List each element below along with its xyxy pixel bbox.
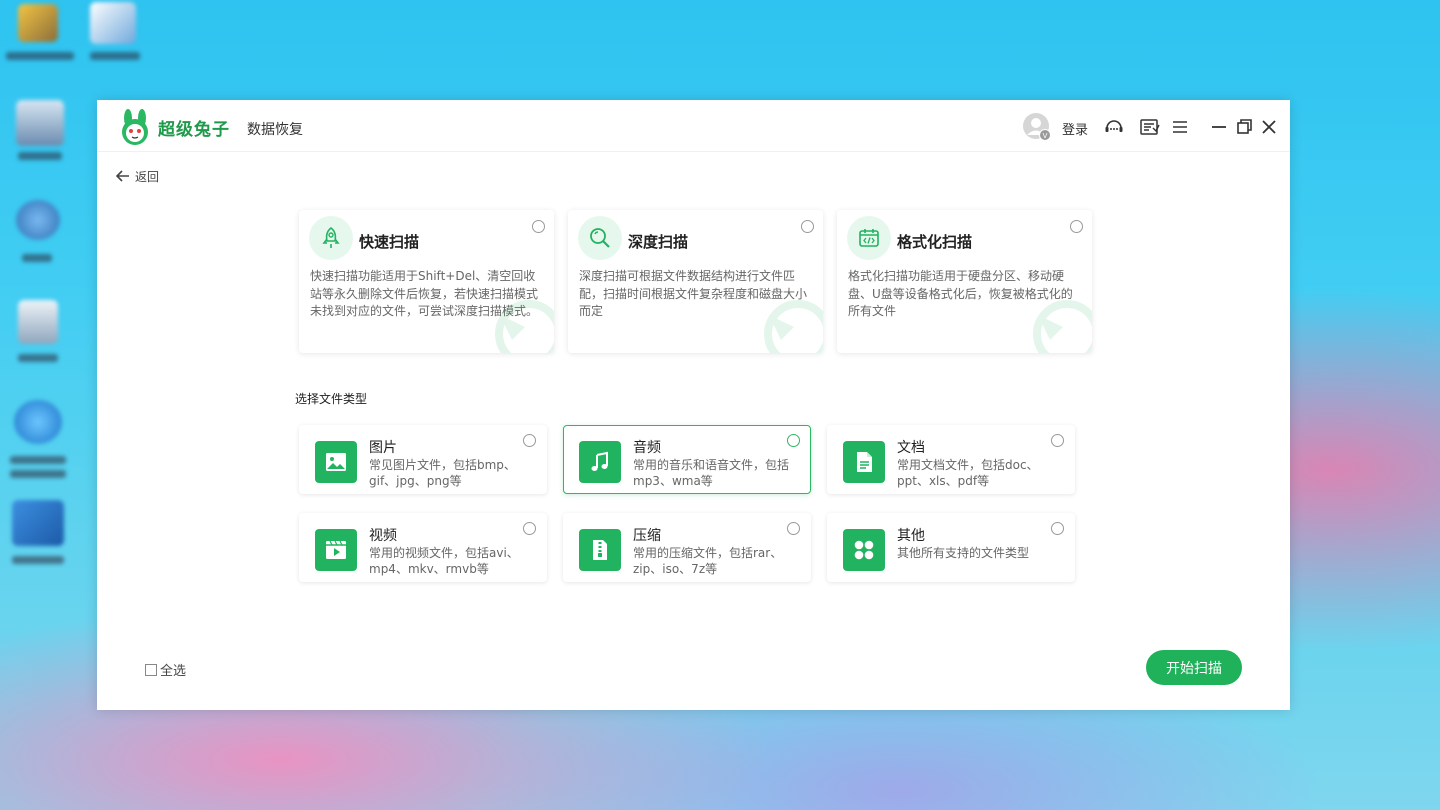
feedback-icon[interactable]	[1138, 116, 1160, 138]
login-link[interactable]: 登录	[1062, 119, 1088, 138]
scan-mode-title: 格式化扫描	[897, 233, 973, 251]
back-label: 返回	[135, 169, 160, 184]
arrow-left-icon	[115, 170, 129, 182]
file-type-title: 其他	[897, 528, 925, 544]
file-type-radio[interactable]	[523, 434, 536, 447]
file-type-radio[interactable]	[523, 522, 536, 535]
scan-mode-format[interactable]: 格式化扫描 格式化扫描功能适用于硬盘分区、移动硬盘、U盘等设备格式化后，恢复被格…	[837, 210, 1092, 353]
scan-mode-title: 深度扫描	[628, 233, 689, 251]
grid-icon	[843, 529, 885, 571]
user-avatar-icon[interactable]: V	[1023, 113, 1051, 141]
desktop-icon-label	[10, 456, 66, 464]
desktop-icon-browser[interactable]	[14, 400, 62, 444]
file-type-radio[interactable]	[787, 434, 800, 447]
file-type-audio[interactable]: 音频 常用的音乐和语音文件，包括mp3、wma等	[563, 425, 811, 494]
desktop-icon-recycle-bin[interactable]	[18, 300, 58, 344]
select-all-checkbox[interactable]: 全选	[145, 660, 186, 679]
back-button[interactable]: 返回	[115, 166, 159, 186]
file-type-other[interactable]: 其他 其他所有支持的文件类型	[827, 513, 1075, 582]
svg-text:V: V	[1043, 132, 1048, 140]
file-type-title: 视频	[369, 528, 397, 544]
file-type-radio[interactable]	[1051, 434, 1064, 447]
scan-mode-deep[interactable]: 深度扫描 深度扫描可根据文件数据结构进行文件匹配，扫描时间根据文件复杂程度和磁盘…	[568, 210, 823, 353]
product-name: 数据恢复	[247, 122, 303, 138]
desktop-icon-label	[18, 354, 58, 362]
desktop-icon-label	[10, 470, 66, 478]
scan-mode-quick[interactable]: 快速扫描 快速扫描功能适用于Shift+Del、清空回收站等永久删除文件后恢复，…	[299, 210, 554, 353]
music-note-icon	[579, 441, 621, 483]
file-type-description: 常见图片文件，包括bmp、gif、jpg、png等	[369, 458, 516, 488]
close-icon[interactable]	[1258, 116, 1280, 138]
file-type-title: 压缩	[633, 528, 661, 544]
file-type-description: 常用的音乐和语音文件，包括mp3、wma等	[633, 458, 790, 488]
file-type-description: 常用的压缩文件，包括rar、zip、iso、7z等	[633, 546, 783, 576]
minimize-icon[interactable]	[1208, 116, 1230, 138]
watermark-icon	[495, 300, 554, 353]
magnifier-icon	[578, 216, 622, 260]
file-type-description: 常用文档文件，包括doc、ppt、xls、pdf等	[897, 458, 1039, 488]
file-type-title: 文档	[897, 440, 925, 456]
file-type-video[interactable]: 视频 常用的视频文件，包括avi、mp4、mkv、rmvb等	[299, 513, 547, 582]
title-bar: 超级兔子 数据恢复 V 登录	[97, 100, 1290, 152]
desktop-icon-computer[interactable]	[16, 100, 64, 146]
scan-mode-title: 快速扫描	[359, 233, 420, 251]
brand-name: 超级兔子	[158, 120, 230, 140]
file-type-archive[interactable]: 压缩 常用的压缩文件，包括rar、zip、iso、7z等	[563, 513, 811, 582]
desktop-icon-label	[18, 152, 62, 160]
file-type-document[interactable]: 文档 常用文档文件，包括doc、ppt、xls、pdf等	[827, 425, 1075, 494]
app-window: 超级兔子 数据恢复 V 登录 返回 快速扫描 快速扫描功能适用于Shift+De…	[97, 100, 1290, 710]
desktop-icon-settings[interactable]	[12, 500, 64, 546]
watermark-icon	[764, 300, 823, 353]
file-type-section-label: 选择文件类型	[295, 392, 368, 406]
desktop-icon-network[interactable]	[16, 200, 60, 240]
calendar-code-icon	[847, 216, 891, 260]
restore-icon[interactable]	[1233, 116, 1255, 138]
desktop-icon-app[interactable]	[90, 2, 136, 44]
document-icon	[843, 441, 885, 483]
desktop-icon-label	[90, 52, 140, 60]
scan-mode-radio[interactable]	[801, 220, 814, 233]
scan-mode-radio[interactable]	[1070, 220, 1083, 233]
menu-icon[interactable]	[1169, 116, 1191, 138]
image-icon	[315, 441, 357, 483]
rabbit-logo-icon	[117, 109, 153, 145]
file-type-description: 其他所有支持的文件类型	[897, 546, 1030, 560]
select-all-label: 全选	[160, 664, 187, 679]
start-scan-button[interactable]: 开始扫描	[1146, 650, 1242, 685]
desktop-icon-label	[12, 556, 64, 564]
file-type-radio[interactable]	[787, 522, 800, 535]
rocket-icon	[309, 216, 353, 260]
desktop-icon-label	[22, 254, 52, 262]
customer-service-icon[interactable]	[1103, 116, 1125, 138]
scan-mode-radio[interactable]	[532, 220, 545, 233]
zip-icon	[579, 529, 621, 571]
file-type-image[interactable]: 图片 常见图片文件，包括bmp、gif、jpg、png等	[299, 425, 547, 494]
file-type-title: 图片	[369, 440, 397, 456]
file-type-radio[interactable]	[1051, 522, 1064, 535]
desktop-icon-label	[6, 52, 74, 60]
file-type-title: 音频	[633, 440, 661, 456]
file-type-description: 常用的视频文件，包括avi、mp4、mkv、rmvb等	[369, 546, 519, 576]
watermark-icon	[1033, 300, 1092, 353]
checkbox-box[interactable]	[145, 663, 157, 676]
desktop-icon-user-folder[interactable]	[18, 4, 58, 42]
video-icon	[315, 529, 357, 571]
